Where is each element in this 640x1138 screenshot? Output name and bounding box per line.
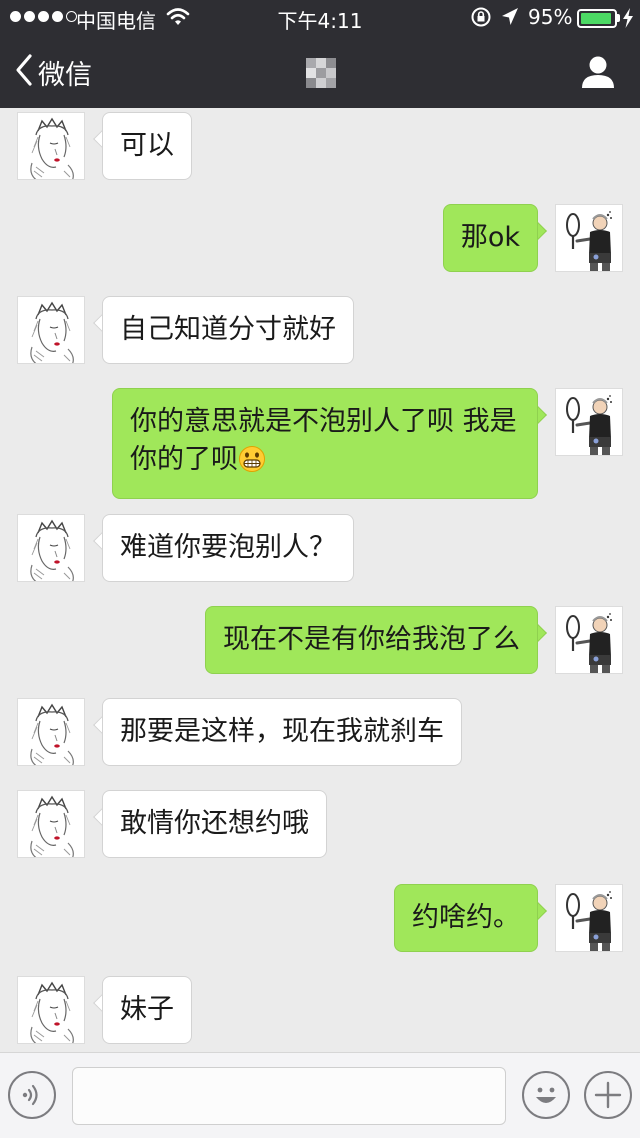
back-button[interactable]: 微信 xyxy=(14,52,92,92)
received-message-bubble[interactable]: 自己知道分寸就好 xyxy=(102,296,354,364)
voice-button[interactable] xyxy=(8,1071,56,1119)
friend-avatar[interactable] xyxy=(17,112,85,180)
more-button[interactable] xyxy=(584,1071,632,1119)
received-message-bubble[interactable]: 难道你要泡别人？ xyxy=(102,514,354,582)
message-text: 可以 xyxy=(120,130,174,161)
sent-message-bubble[interactable]: 约啥约。 xyxy=(394,884,538,952)
emoji-button[interactable] xyxy=(522,1071,570,1119)
friend-avatar[interactable] xyxy=(17,698,85,766)
grinning-face-emoji xyxy=(238,445,266,484)
message-text: 你的意思就是不泡别人了呗 我是你的了呗 xyxy=(130,406,517,475)
received-message-bubble[interactable]: 可以 xyxy=(102,112,192,180)
message-text: 那ok xyxy=(460,222,520,253)
friend-avatar[interactable] xyxy=(17,514,85,582)
sent-message-bubble[interactable]: 你的意思就是不泡别人了呗 我是你的了呗 xyxy=(112,388,538,499)
voice-icon xyxy=(10,1084,54,1121)
person-icon xyxy=(578,56,618,94)
received-message-bubble[interactable]: 那要是这样，现在我就刹车 xyxy=(102,698,462,766)
top-bar: 中国电信 下午4:11 95% 微信 xyxy=(0,0,640,108)
message-text: 难道你要泡别人？ xyxy=(120,532,336,563)
friend-avatar[interactable] xyxy=(17,790,85,858)
input-toolbar xyxy=(0,1052,640,1138)
friend-avatar[interactable] xyxy=(17,976,85,1044)
sent-message-bubble[interactable]: 现在不是有你给我泡了么 xyxy=(205,606,538,674)
message-text: 现在不是有你给我泡了么 xyxy=(223,624,520,655)
received-message-bubble[interactable]: 敢情你还想约哦 xyxy=(102,790,327,858)
battery-percentage: 95% xyxy=(528,5,573,29)
status-bar: 中国电信 下午4:11 95% xyxy=(0,0,640,36)
message-input[interactable] xyxy=(72,1067,506,1125)
my-avatar[interactable] xyxy=(555,388,623,456)
plus-icon xyxy=(586,1081,630,1121)
chat-area[interactable]: 可以 那ok 自己知道分寸就好 你的意思就是不泡别人了呗 我是你的了呗 难道你要… xyxy=(0,108,640,1052)
rotation-lock-icon xyxy=(470,6,492,33)
my-avatar[interactable] xyxy=(555,884,623,952)
charging-bolt-icon xyxy=(622,7,634,34)
message-text: 那要是这样，现在我就刹车 xyxy=(120,716,444,747)
location-arrow-icon xyxy=(500,6,520,33)
battery-cap xyxy=(617,14,620,22)
smiley-icon xyxy=(524,1087,568,1121)
received-message-bubble[interactable]: 妹子 xyxy=(102,976,192,1044)
profile-button[interactable] xyxy=(578,54,618,90)
friend-avatar[interactable] xyxy=(17,296,85,364)
message-text: 自己知道分寸就好 xyxy=(120,314,336,345)
message-text: 妹子 xyxy=(120,994,174,1025)
navigation-bar: 微信 xyxy=(0,36,640,108)
my-avatar[interactable] xyxy=(555,204,623,272)
battery-icon xyxy=(577,9,617,28)
message-text: 约啥约。 xyxy=(412,902,520,933)
message-text: 敢情你还想约哦 xyxy=(120,808,309,839)
sent-message-bubble[interactable]: 那ok xyxy=(442,204,538,272)
contact-name-pixelated xyxy=(306,58,336,88)
my-avatar[interactable] xyxy=(555,606,623,674)
chevron-left-icon xyxy=(14,53,34,91)
back-label: 微信 xyxy=(38,59,92,91)
